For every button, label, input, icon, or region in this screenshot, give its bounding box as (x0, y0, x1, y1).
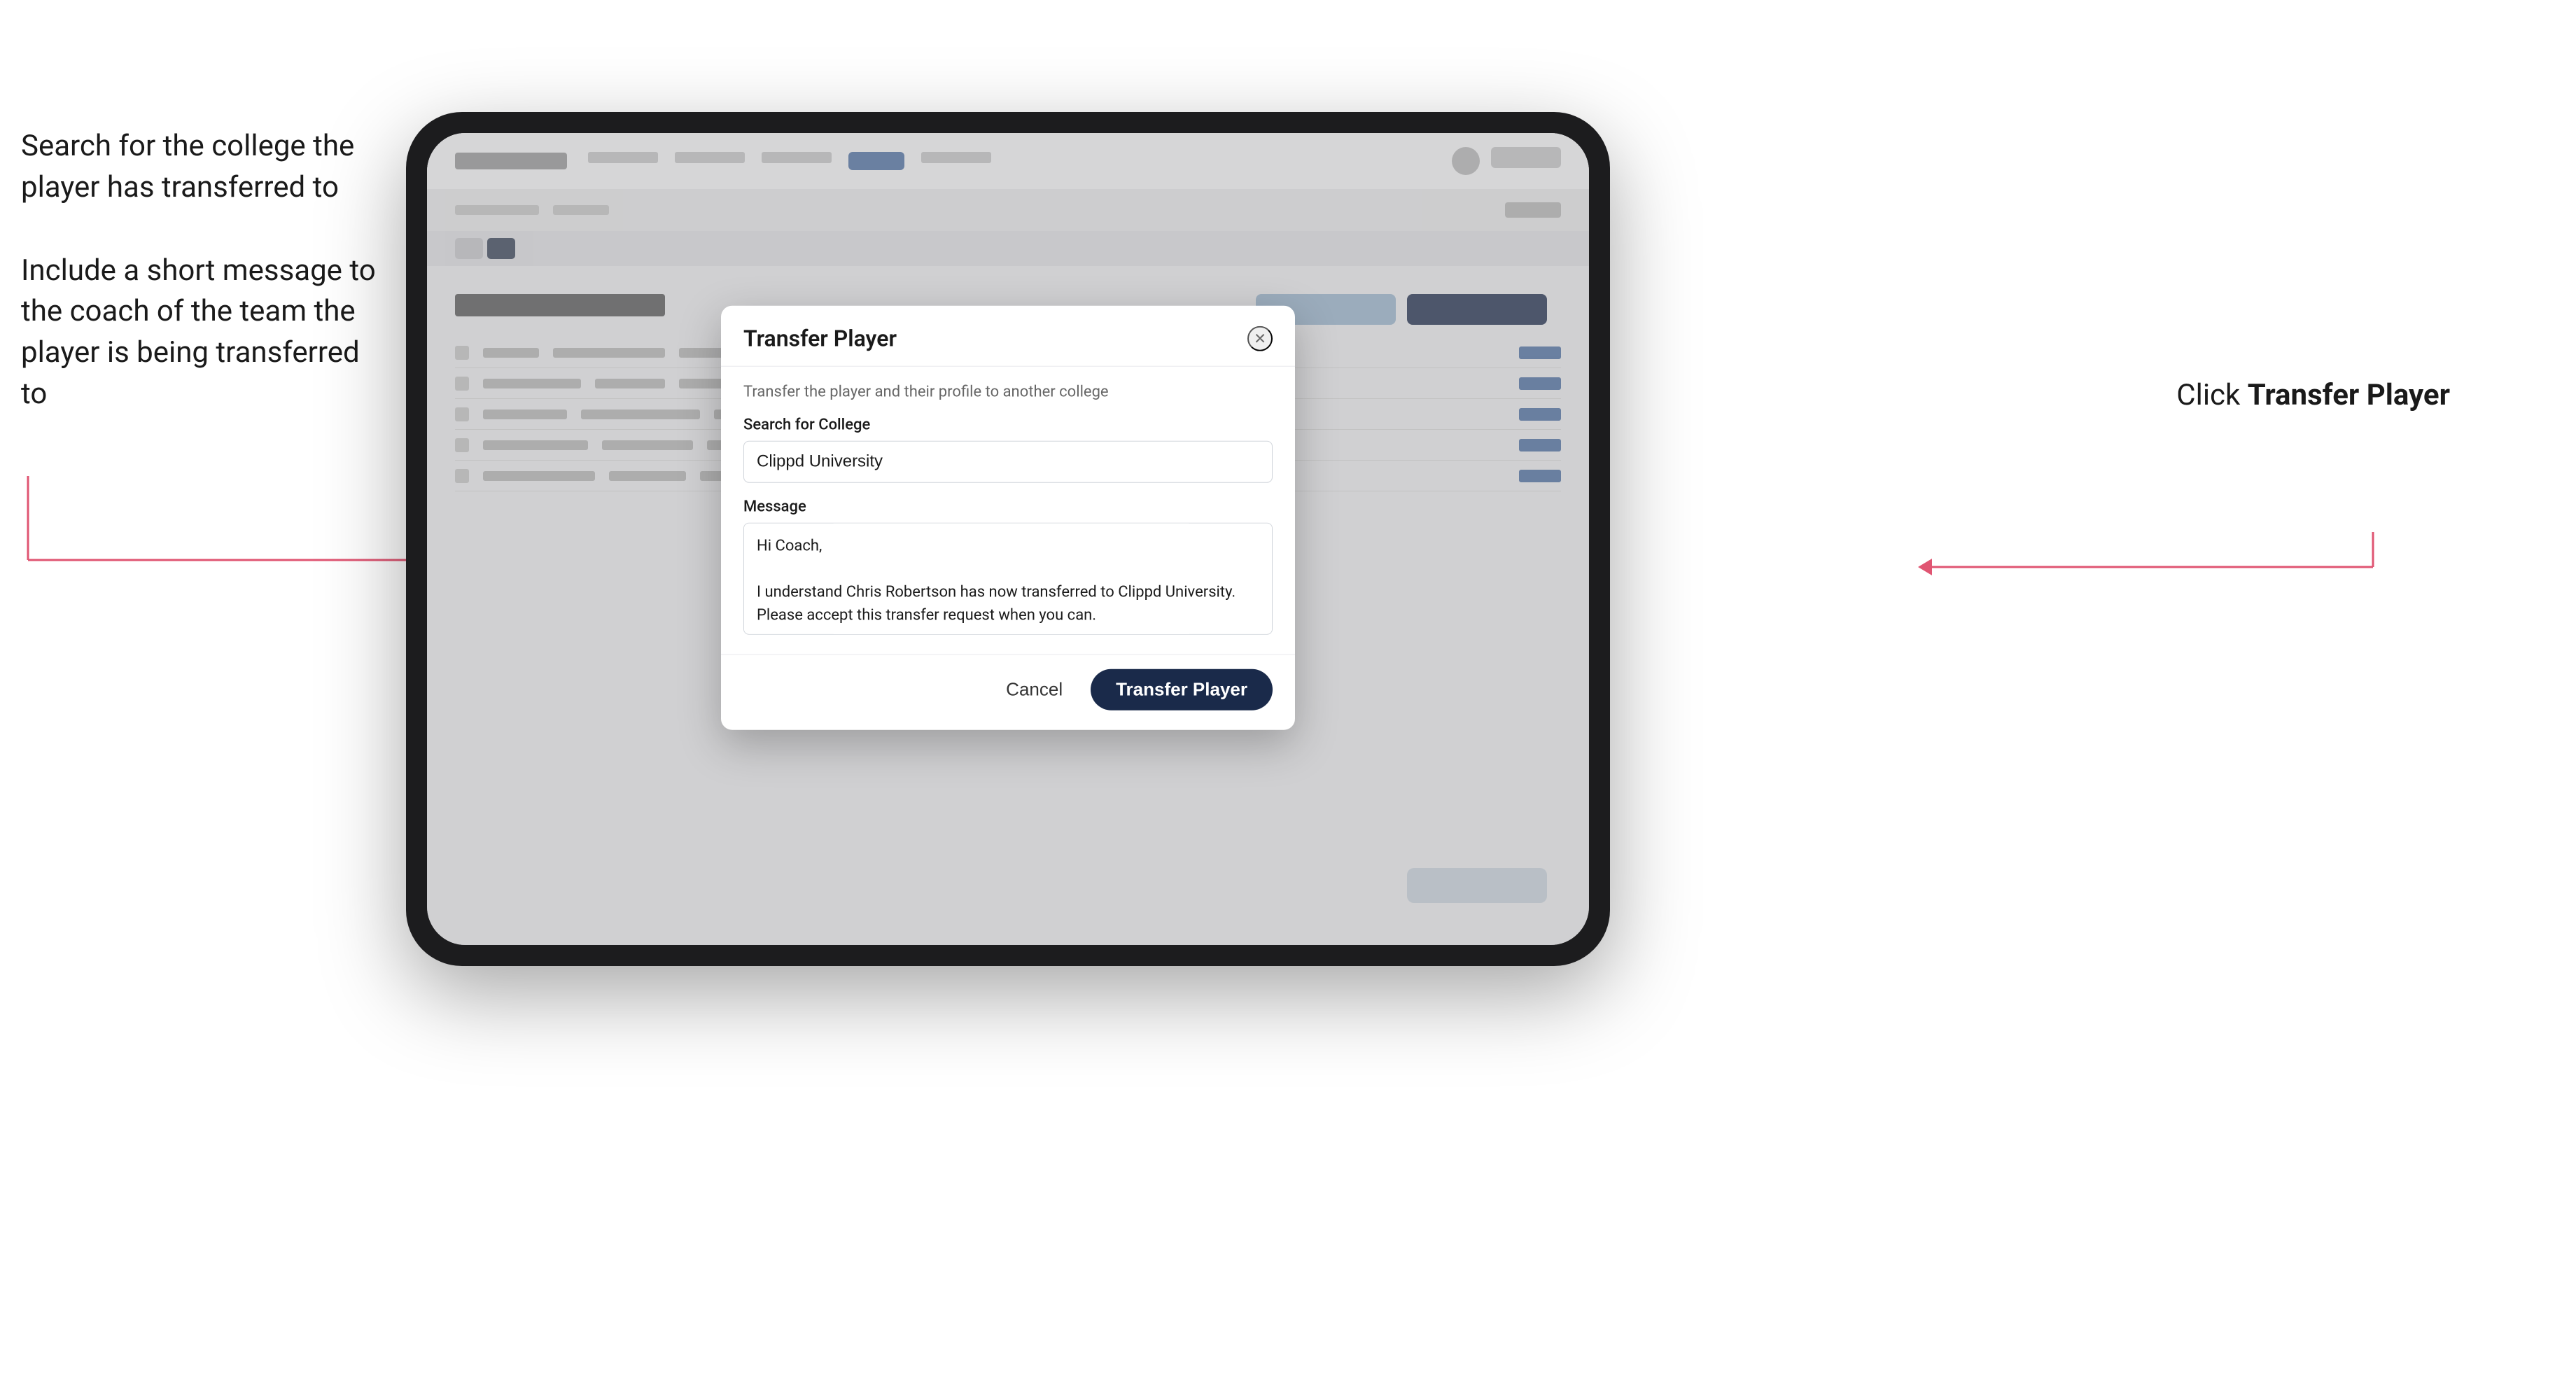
message-textarea[interactable]: Hi Coach, I understand Chris Robertson h… (743, 523, 1273, 635)
tablet-frame: Transfer Player × Transfer the player an… (406, 112, 1610, 966)
dialog-footer: Cancel Transfer Player (721, 654, 1295, 730)
message-label: Message (743, 498, 1273, 516)
annotation-right: Click Transfer Player (2176, 378, 2450, 412)
dialog-title: Transfer Player (743, 326, 897, 352)
dialog-header: Transfer Player × (721, 306, 1295, 367)
left-arrow-svg (21, 476, 448, 616)
search-college-input[interactable] (743, 441, 1273, 483)
dialog-body: Transfer the player and their profile to… (721, 367, 1295, 654)
annotation-right-prefix: Click (2176, 378, 2247, 412)
tablet-screen: Transfer Player × Transfer the player an… (427, 133, 1589, 945)
annotation-text-2: Include a short message to the coach of … (21, 251, 385, 415)
annotation-right-bold: Transfer Player (2248, 378, 2450, 412)
transfer-player-button[interactable]: Transfer Player (1091, 669, 1273, 710)
right-arrow-svg (1904, 532, 2380, 602)
annotation-text-1: Search for the college the player has tr… (21, 126, 385, 209)
annotation-left: Search for the college the player has tr… (21, 126, 385, 457)
dialog-subtitle: Transfer the player and their profile to… (743, 384, 1273, 401)
cancel-button[interactable]: Cancel (992, 672, 1077, 708)
right-arrow-container (1904, 532, 2380, 605)
left-arrow-container (21, 476, 448, 619)
transfer-player-dialog: Transfer Player × Transfer the player an… (721, 306, 1295, 730)
dialog-close-button[interactable]: × (1247, 326, 1273, 351)
search-college-label: Search for College (743, 416, 1273, 434)
